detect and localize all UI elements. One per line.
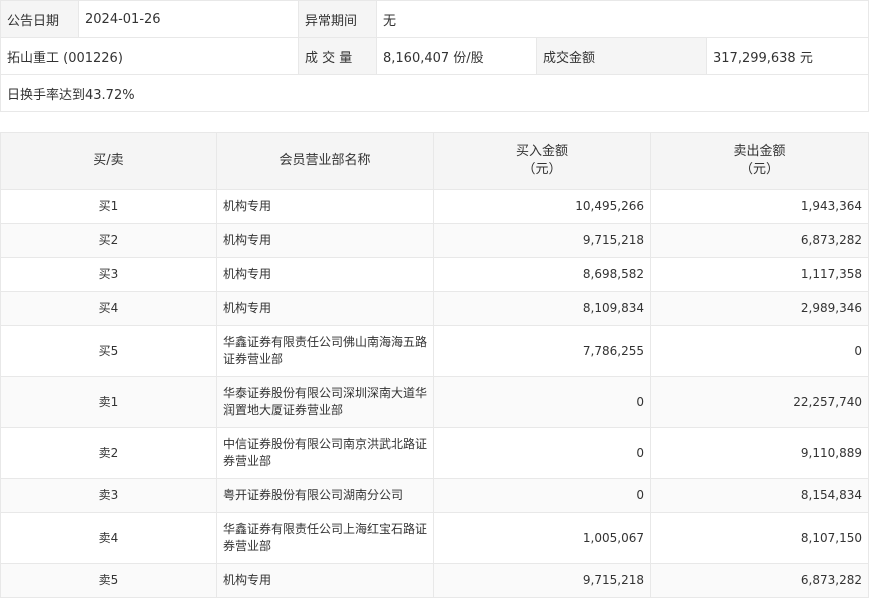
announce-date-value: 2024-01-26 [78, 0, 299, 38]
header-buy-amount: 买入金额 （元） [433, 132, 651, 190]
header-sell-amount: 卖出金额 （元） [650, 132, 869, 190]
side-cell: 买4 [0, 291, 217, 326]
buy-amount-cell: 8,109,834 [433, 291, 651, 326]
table-row: 卖4 华鑫证券有限责任公司上海红宝石路证券营业部 1,005,067 8,107,15… [0, 512, 869, 564]
broker-cell: 机构专用 [216, 563, 434, 598]
table-row: 买4 机构专用 8,109,834 2,989,346 [0, 291, 869, 326]
sell-amount-cell: 2,989,346 [650, 291, 869, 326]
sell-amount-cell: 9,110,889 [650, 427, 869, 479]
table-row: 卖3 粤开证券股份有限公司湖南分公司 0 8,154,834 [0, 478, 869, 513]
buy-amount-cell: 9,715,218 [433, 563, 651, 598]
sell-amount-cell: 22,257,740 [650, 376, 869, 428]
side-cell: 买3 [0, 257, 217, 292]
broker-cell: 华泰证券股份有限公司深圳深南大道华润置地大厦证券营业部 [216, 376, 434, 428]
buy-amount-cell: 0 [433, 376, 651, 428]
sell-amount-cell: 6,873,282 [650, 563, 869, 598]
sell-amount-cell: 1,117,358 [650, 257, 869, 292]
side-cell: 卖2 [0, 427, 217, 479]
side-cell: 卖4 [0, 512, 217, 564]
amount-value: 317,299,638 元 [706, 37, 869, 75]
table-row: 买3 机构专用 8,698,582 1,117,358 [0, 257, 869, 292]
side-cell: 买1 [0, 189, 217, 224]
buy-amount-cell: 10,495,266 [433, 189, 651, 224]
broker-cell: 机构专用 [216, 189, 434, 224]
side-cell: 卖5 [0, 563, 217, 598]
buy-amount-cell: 9,715,218 [433, 223, 651, 258]
table-row: 买2 机构专用 9,715,218 6,873,282 [0, 223, 869, 258]
sell-amount-cell: 0 [650, 325, 869, 377]
header-broker: 会员营业部名称 [216, 132, 434, 190]
abnormal-period-value: 无 [376, 0, 869, 38]
side-cell: 卖3 [0, 478, 217, 513]
abnormal-period-label: 异常期间 [298, 0, 377, 38]
sell-amount-cell: 8,107,150 [650, 512, 869, 564]
broker-cell: 中信证券股份有限公司南京洪武北路证券营业部 [216, 427, 434, 479]
sell-amount-cell: 6,873,282 [650, 223, 869, 258]
broker-cell: 粤开证券股份有限公司湖南分公司 [216, 478, 434, 513]
side-cell: 买2 [0, 223, 217, 258]
table-row: 卖5 机构专用 9,715,218 6,873,282 [0, 563, 869, 598]
announce-date-label: 公告日期 [0, 0, 79, 38]
side-cell: 卖1 [0, 376, 217, 428]
sell-amount-cell: 8,154,834 [650, 478, 869, 513]
broker-cell: 华鑫证券有限责任公司上海红宝石路证券营业部 [216, 512, 434, 564]
sell-amount-cell: 1,943,364 [650, 189, 869, 224]
buy-amount-cell: 8,698,582 [433, 257, 651, 292]
abnormal-reason: 日换手率达到43.72% [0, 74, 869, 112]
buy-amount-cell: 0 [433, 478, 651, 513]
broker-cell: 机构专用 [216, 291, 434, 326]
announcement-info-table: 公告日期 2024-01-26 异常期间 无 拓山重工 (001226) 成 交… [0, 0, 869, 112]
side-cell: 买5 [0, 325, 217, 377]
volume-value: 8,160,407 份/股 [376, 37, 537, 75]
broker-cell: 机构专用 [216, 257, 434, 292]
header-side: 买/卖 [0, 132, 217, 190]
table-row: 卖1 华泰证券股份有限公司深圳深南大道华润置地大厦证券营业部 0 22,257,740 [0, 376, 869, 428]
table-row: 买5 华鑫证券有限责任公司佛山南海海五路证券营业部 7,786,255 0 [0, 325, 869, 377]
buy-amount-cell: 7,786,255 [433, 325, 651, 377]
buy-amount-cell: 0 [433, 427, 651, 479]
table-row: 卖2 中信证券股份有限公司南京洪武北路证券营业部 0 9,110,889 [0, 427, 869, 479]
amount-label: 成交金额 [536, 37, 707, 75]
table-row: 买1 机构专用 10,495,266 1,943,364 [0, 189, 869, 224]
broker-cell: 华鑫证券有限责任公司佛山南海海五路证券营业部 [216, 325, 434, 377]
broker-cell: 机构专用 [216, 223, 434, 258]
volume-label: 成 交 量 [298, 37, 377, 75]
stock-name: 拓山重工 (001226) [0, 37, 299, 75]
buy-amount-cell: 1,005,067 [433, 512, 651, 564]
trading-seats-table: 买/卖 会员营业部名称 买入金额 （元） 卖出金额 （元） 买1 机构专用 10,495… [0, 132, 869, 598]
